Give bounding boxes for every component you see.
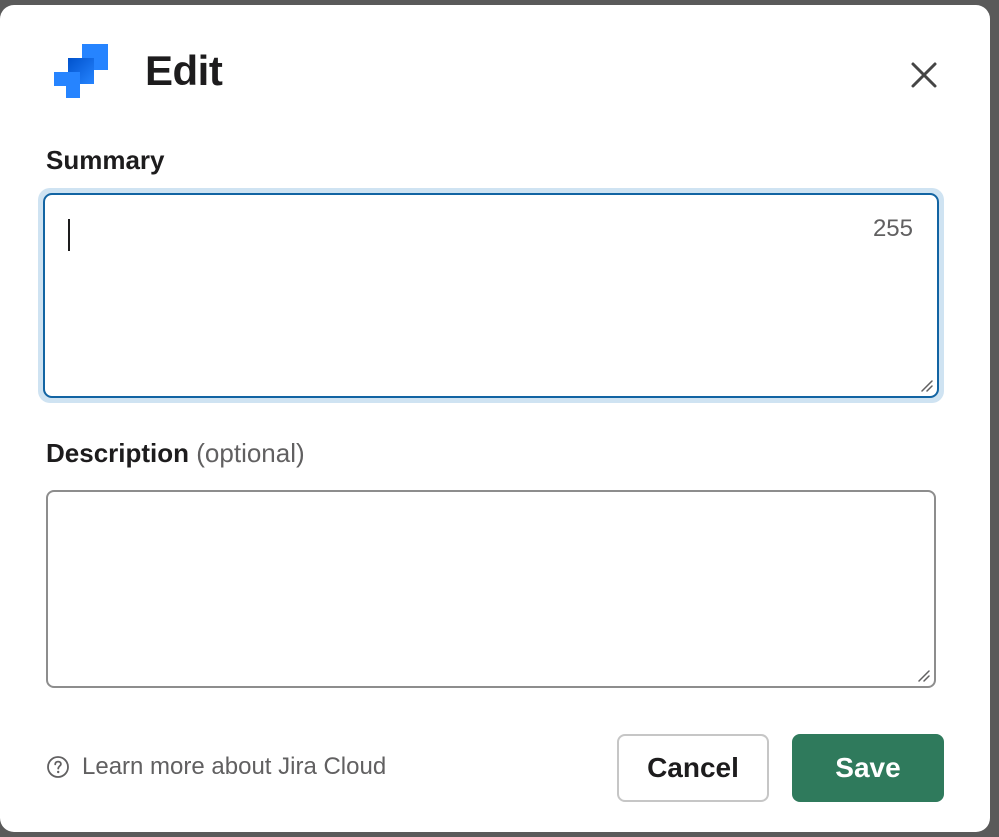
dialog-title: Edit — [145, 47, 223, 94]
learn-more-link[interactable]: Learn more about Jira Cloud — [46, 753, 386, 781]
optional-label: (optional) — [196, 438, 305, 468]
close-button[interactable] — [904, 55, 944, 95]
summary-focus-ring: 255 — [38, 188, 944, 403]
summary-input[interactable]: 255 — [43, 193, 939, 398]
learn-more-text: Learn more about Jira Cloud — [82, 753, 387, 780]
summary-char-count: 255 — [872, 215, 913, 242]
summary-label: Summary — [46, 145, 165, 175]
edit-dialog: Edit Summary 255 Description (optional) — [0, 5, 990, 832]
description-label: Description (optional) — [46, 438, 305, 469]
description-label-text: Description — [46, 438, 190, 468]
resize-grip-icon[interactable] — [916, 668, 930, 682]
question-circle-icon — [47, 756, 69, 778]
dialog-header: Edit — [48, 39, 223, 103]
description-input[interactable] — [46, 490, 936, 688]
jira-logo-icon — [54, 44, 108, 98]
close-icon — [911, 62, 937, 88]
cancel-button[interactable]: Cancel — [617, 734, 769, 802]
text-caret — [68, 219, 70, 251]
save-button[interactable]: Save — [792, 734, 944, 802]
resize-grip-icon[interactable] — [919, 378, 933, 392]
